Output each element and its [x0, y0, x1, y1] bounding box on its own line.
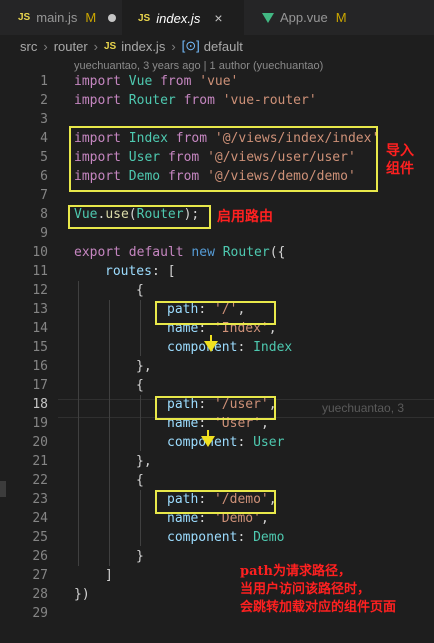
symbol-cube-icon: [⊙] [181, 38, 200, 53]
chevron-right-icon: › [43, 38, 48, 54]
code-line[interactable]: }, [136, 357, 152, 376]
use-annotation: 启用路由 [217, 209, 273, 225]
indent-guide [109, 300, 110, 566]
line-number: 10 [32, 245, 48, 260]
line-number: 12 [32, 283, 48, 298]
vue-use-highlight-box [68, 205, 211, 229]
code-line[interactable]: }) [74, 585, 90, 604]
line-number: 22 [32, 473, 48, 488]
tab-index-js[interactable]: JS index.js × [122, 0, 244, 35]
tab-app-vue[interactable]: App.vue M [244, 0, 384, 35]
tab-label: index.js [156, 10, 201, 26]
chevron-right-icon: › [171, 38, 176, 54]
line-number: 24 [32, 511, 48, 526]
import-annotation: 导入 组件 [386, 143, 414, 177]
line-number: 26 [32, 549, 48, 564]
modified-indicator: M [335, 10, 347, 25]
path-root-highlight-box [155, 301, 276, 325]
line-number: 5 [40, 150, 48, 165]
javascript-icon: JS [104, 40, 117, 52]
code-line[interactable]: component: Index [167, 338, 292, 357]
code-line[interactable]: { [136, 471, 144, 490]
line-number: 27 [32, 568, 48, 583]
code-line[interactable]: }, [136, 452, 152, 471]
line-number: 1 [40, 74, 48, 89]
line-number: 6 [40, 169, 48, 184]
line-number: 9 [40, 226, 48, 241]
breadcrumb-item[interactable]: index.js [121, 39, 165, 54]
codelens-blame[interactable]: yuechuantao, 3 years ago | 1 author (yue… [74, 60, 323, 72]
code-line[interactable]: export default new Router({ [74, 243, 285, 262]
tab-main-js[interactable]: JS main.js M [0, 0, 122, 35]
line-number: 21 [32, 454, 48, 469]
line-number: 23 [32, 492, 48, 507]
javascript-icon: JS [138, 12, 151, 24]
indent-guide [140, 490, 141, 546]
path-demo-highlight-box [155, 490, 276, 514]
indent-guide [140, 300, 141, 356]
line-number: 4 [40, 131, 48, 146]
path-user-highlight-box [155, 396, 276, 420]
breadcrumb-item[interactable]: default [204, 39, 243, 54]
arrow-down-icon [201, 430, 215, 447]
breadcrumb-item[interactable]: src [20, 39, 37, 54]
line-number: 13 [32, 302, 48, 317]
code-line[interactable]: routes: [ [105, 262, 175, 281]
modified-indicator: M [85, 10, 97, 25]
code-line[interactable]: import Vue from 'vue' [74, 72, 238, 91]
line-number: 25 [32, 530, 48, 545]
indent-guide [78, 281, 79, 566]
unsaved-dot-icon [108, 13, 117, 22]
line-number: 2 [40, 93, 48, 108]
tab-bar: JS main.js M JS index.js × App.vue M [0, 0, 434, 35]
line-number: 19 [32, 416, 48, 431]
line-number: 14 [32, 321, 48, 336]
chevron-right-icon: › [93, 38, 98, 54]
line-number: 20 [32, 435, 48, 450]
line-number: 8 [40, 207, 48, 222]
line-number: 29 [32, 606, 48, 621]
breadcrumb: src › router › JS index.js › [⊙] default [0, 35, 434, 57]
code-line[interactable]: import Router from 'vue-router' [74, 91, 317, 110]
tab-label: App.vue [280, 10, 328, 25]
code-line[interactable]: } [136, 547, 144, 566]
line-number: 28 [32, 587, 48, 602]
tab-label: main.js [36, 10, 78, 25]
git-change-marker [0, 481, 6, 497]
vue-icon [262, 12, 274, 23]
indent-guide [140, 395, 141, 451]
javascript-icon: JS [18, 12, 31, 23]
arrow-down-icon [204, 335, 218, 352]
line-number: 7 [40, 188, 48, 203]
code-line[interactable]: component: User [167, 433, 284, 452]
line-number: 17 [32, 378, 48, 393]
code-line[interactable]: { [136, 281, 144, 300]
line-number: 15 [32, 340, 48, 355]
line-number: 11 [32, 264, 48, 279]
close-icon[interactable]: × [214, 10, 222, 26]
code-line[interactable]: { [136, 376, 144, 395]
imports-highlight-box [69, 126, 378, 192]
path-annotation: path为请求路径， 当用户访问该路径时， 会跳转加载对应的组件页面 [240, 564, 397, 615]
breadcrumb-item[interactable]: router [54, 39, 88, 54]
inline-blame: yuechuantao, 3 [322, 401, 405, 415]
line-number: 16 [32, 359, 48, 374]
line-number: 18 [32, 397, 48, 412]
code-line[interactable]: ] [105, 566, 113, 585]
code-line[interactable]: component: Demo [167, 528, 284, 547]
line-number: 3 [40, 112, 48, 127]
